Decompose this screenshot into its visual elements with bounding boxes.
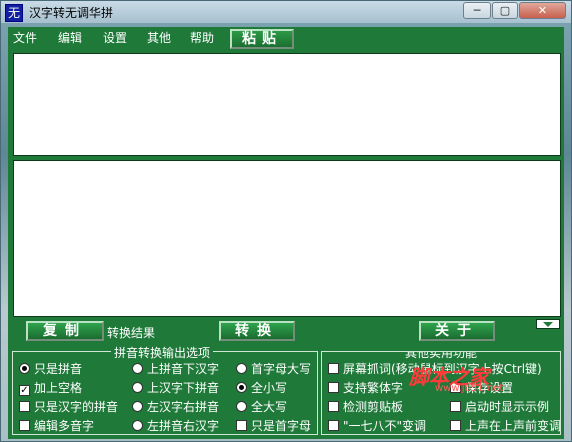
- pinyin-options-title: 拼音转换输出选项: [111, 344, 214, 361]
- option-third-tone-sandhi[interactable]: 上声在上声前变调: [450, 417, 560, 434]
- about-button[interactable]: 关于: [419, 321, 495, 341]
- window-title: 汉字转无调华拼: [29, 6, 114, 20]
- option-hanzi-pinyin-only[interactable]: 只是汉字的拼音: [19, 398, 118, 415]
- option-uppercase[interactable]: 全大写: [236, 398, 287, 415]
- menu-other[interactable]: 其他: [147, 29, 171, 46]
- radio-icon: [236, 401, 247, 412]
- option-pinyin-left[interactable]: 左拼音右汉字: [132, 417, 219, 434]
- checkbox-icon: [450, 420, 461, 431]
- menu-settings[interactable]: 设置: [103, 29, 127, 46]
- pinyin-options-group: 拼音转换输出选项 只是拼音 ✓ 加上空格 只是汉字的拼音 编辑多音字 上拼音下汉字…: [12, 344, 318, 435]
- checkbox-checked-icon: ✓: [19, 385, 30, 396]
- option-monitor-clipboard[interactable]: 检测剪贴板: [328, 398, 403, 415]
- checkbox-icon: [328, 382, 339, 393]
- option-show-example[interactable]: 启动时显示示例: [450, 398, 549, 415]
- title-bar[interactable]: 无 汉字转无调华拼 ─ ▢ ✕: [1, 1, 571, 23]
- checkbox-icon: [19, 420, 30, 431]
- app-icon: 无: [5, 4, 23, 22]
- radio-icon: [236, 382, 247, 393]
- result-label: 转换结果: [107, 326, 156, 340]
- checkbox-icon: [328, 363, 339, 374]
- radio-icon: [132, 420, 143, 431]
- checkbox-icon: [236, 420, 247, 431]
- option-tone-sandhi-yiqibabu[interactable]: "一七八不"变调: [328, 417, 426, 434]
- minimize-button[interactable]: ─: [463, 2, 491, 19]
- checkbox-icon: [328, 401, 339, 412]
- option-initials-only[interactable]: 只是首字母: [236, 417, 311, 434]
- watermark-url: www.jb51.net: [435, 383, 504, 394]
- radio-icon: [132, 401, 143, 412]
- expand-button[interactable]: [536, 319, 560, 329]
- checkbox-icon: [328, 420, 339, 431]
- radio-icon: [132, 382, 143, 393]
- option-pinyin-only[interactable]: 只是拼音: [19, 360, 82, 377]
- input-textarea[interactable]: [13, 53, 561, 156]
- menu-edit[interactable]: 编辑: [58, 29, 82, 46]
- option-lowercase[interactable]: 全小写: [236, 379, 287, 396]
- copy-button[interactable]: 复制: [26, 321, 104, 341]
- checkbox-icon: [450, 401, 461, 412]
- radio-icon: [19, 363, 30, 374]
- output-textarea[interactable]: [13, 160, 561, 317]
- radio-icon: [132, 363, 143, 374]
- maximize-button[interactable]: ▢: [492, 2, 518, 19]
- menu-bar: 文件 编辑 设置 其他 帮助 粘贴: [8, 27, 564, 49]
- option-hanzi-left[interactable]: 左汉字右拼音: [132, 398, 219, 415]
- radio-icon: [236, 363, 247, 374]
- option-pinyin-above[interactable]: 上拼音下汉字: [132, 360, 219, 377]
- option-add-space[interactable]: ✓ 加上空格: [19, 379, 82, 396]
- option-hanzi-above[interactable]: 上汉字下拼音: [132, 379, 219, 396]
- convert-button[interactable]: 转换: [219, 321, 295, 341]
- option-traditional[interactable]: 支持繁体字: [328, 379, 403, 396]
- option-capitalize[interactable]: 首字母大写: [236, 360, 311, 377]
- checkbox-icon: [19, 401, 30, 412]
- paste-button[interactable]: 粘贴: [230, 29, 294, 49]
- option-edit-polyphone[interactable]: 编辑多音字: [19, 417, 94, 434]
- app-window: 无 汉字转无调华拼 ─ ▢ ✕ 文件 编辑 设置 其他 帮助 粘贴 复制 转换结…: [0, 0, 572, 442]
- menu-help[interactable]: 帮助: [190, 29, 214, 46]
- menu-file[interactable]: 文件: [13, 29, 37, 46]
- close-button[interactable]: ✕: [519, 2, 566, 19]
